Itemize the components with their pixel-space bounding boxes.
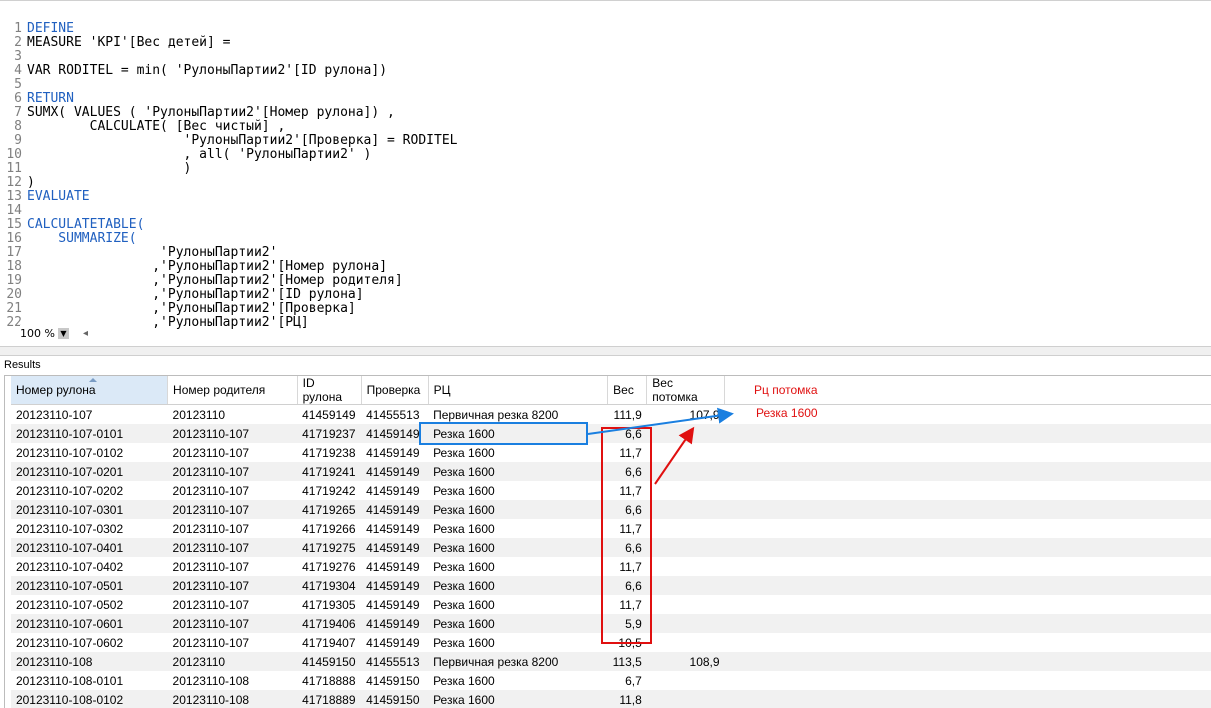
blue-arrow bbox=[587, 407, 734, 435]
annotation-arrows bbox=[587, 407, 734, 485]
red-arrow bbox=[654, 426, 695, 485]
